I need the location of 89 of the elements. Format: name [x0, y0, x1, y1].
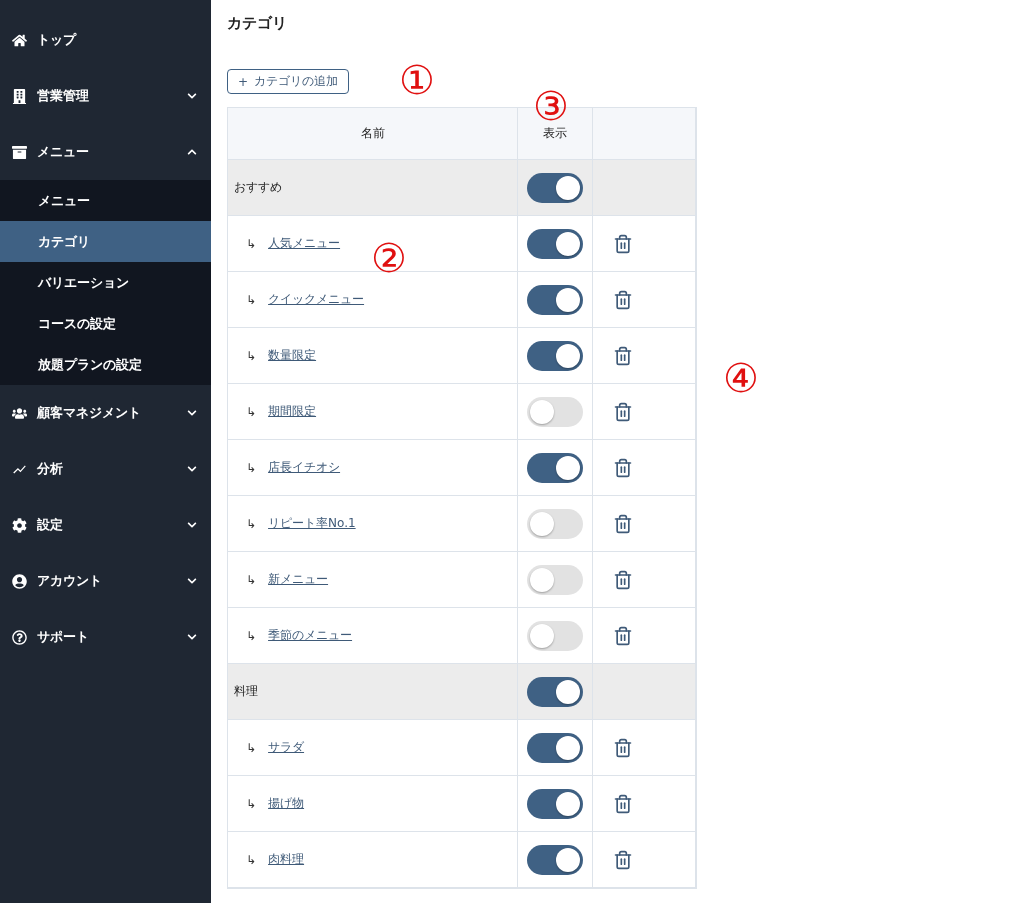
delete-icon[interactable]: [613, 289, 633, 310]
delete-icon[interactable]: [613, 233, 633, 254]
category-link[interactable]: リピート率No.1: [268, 515, 356, 532]
visibility-toggle[interactable]: [527, 228, 583, 259]
submenu-item[interactable]: バリエーション: [0, 262, 211, 303]
chevron-down-icon: [187, 520, 197, 530]
home-icon: [12, 32, 27, 48]
chevron-up-icon: [187, 147, 197, 157]
delete-icon[interactable]: [613, 569, 633, 590]
nav-label: 分析: [37, 460, 64, 478]
visibility-toggle[interactable]: [527, 396, 583, 427]
nav-item[interactable]: 顧客マネジメント: [0, 385, 211, 441]
chevron-down-icon: [187, 632, 197, 642]
nav-item[interactable]: サポート: [0, 609, 211, 665]
nav-item[interactable]: 営業管理: [0, 68, 211, 124]
visibility-toggle[interactable]: [527, 788, 583, 819]
visibility-toggle[interactable]: [527, 620, 583, 651]
chevron-down-icon: [187, 464, 197, 474]
page-title: カテゴリ: [227, 14, 288, 33]
nav-label: 営業管理: [37, 87, 90, 105]
category-link[interactable]: 数量限定: [268, 347, 317, 364]
nav-label: 顧客マネジメント: [37, 404, 142, 422]
nav-item[interactable]: トップ: [0, 12, 211, 68]
delete-icon[interactable]: [613, 457, 633, 478]
nav-item[interactable]: アカウント: [0, 553, 211, 609]
settings-icon: [12, 517, 27, 533]
nav-label: アカウント: [37, 572, 103, 590]
visibility-toggle[interactable]: [527, 340, 583, 371]
nav-label: トップ: [37, 31, 78, 49]
category-link[interactable]: クイックメニュー: [268, 291, 365, 308]
child-marker: ↳: [246, 628, 257, 643]
building-icon: [12, 88, 27, 104]
group-name: 料理: [234, 683, 258, 700]
archive-icon: [12, 144, 27, 160]
child-marker: ↳: [246, 348, 257, 363]
delete-icon[interactable]: [613, 513, 633, 534]
annotation-number: ④: [723, 358, 759, 398]
category-link[interactable]: 季節のメニュー: [268, 627, 353, 644]
chevron-down-icon: [187, 91, 197, 101]
visibility-toggle[interactable]: [527, 172, 583, 203]
category-link[interactable]: 揚げ物: [268, 795, 305, 812]
visibility-toggle[interactable]: [527, 508, 583, 539]
child-marker: ↳: [246, 796, 257, 811]
users-icon: [12, 405, 27, 421]
delete-icon[interactable]: [613, 793, 633, 814]
child-marker: ↳: [246, 516, 257, 531]
delete-icon[interactable]: [613, 849, 633, 870]
child-marker: ↳: [246, 740, 257, 755]
delete-icon[interactable]: [613, 625, 633, 646]
visibility-toggle[interactable]: [527, 452, 583, 483]
child-marker: ↳: [246, 292, 257, 307]
nav-label: メニュー: [37, 143, 90, 161]
nav-item[interactable]: 設定: [0, 497, 211, 553]
nav-item[interactable]: メニュー: [0, 124, 211, 180]
child-marker: ↳: [246, 460, 257, 475]
category-link[interactable]: 店長イチオシ: [268, 459, 341, 476]
submenu-item[interactable]: カテゴリ: [0, 221, 211, 262]
add-category-button[interactable]: + カテゴリの追加: [227, 69, 350, 94]
child-marker: ↳: [246, 236, 257, 251]
category-link[interactable]: サラダ: [268, 739, 305, 756]
annotation-number: ①: [399, 60, 435, 100]
category-link[interactable]: 人気メニュー: [268, 235, 341, 252]
user-icon: [12, 573, 27, 589]
category-link[interactable]: 肉料理: [268, 851, 305, 868]
submenu-item[interactable]: 放題プランの設定: [0, 344, 211, 385]
visibility-toggle[interactable]: [527, 676, 583, 707]
category-link[interactable]: 期間限定: [268, 403, 317, 420]
visibility-toggle[interactable]: [527, 284, 583, 315]
visibility-toggle[interactable]: [527, 564, 583, 595]
delete-icon[interactable]: [613, 345, 633, 366]
visibility-toggle[interactable]: [527, 844, 583, 875]
delete-icon[interactable]: [613, 737, 633, 758]
help-icon: [12, 629, 27, 645]
submenu-item[interactable]: メニュー: [0, 180, 211, 221]
nav-label: サポート: [37, 628, 90, 646]
annotation-number: ②: [371, 238, 407, 278]
visibility-toggle[interactable]: [527, 732, 583, 763]
nav-item[interactable]: 分析: [0, 441, 211, 497]
child-marker: ↳: [246, 852, 257, 867]
submenu-item[interactable]: コースの設定: [0, 303, 211, 344]
chevron-down-icon: [187, 576, 197, 586]
nav-label: 設定: [37, 516, 64, 534]
category-link[interactable]: 新メニュー: [268, 571, 329, 588]
column-header: 名前: [228, 108, 518, 160]
child-marker: ↳: [246, 572, 257, 587]
chevron-down-icon: [187, 408, 197, 418]
delete-icon[interactable]: [613, 401, 633, 422]
group-name: おすすめ: [234, 179, 282, 196]
child-marker: ↳: [246, 404, 257, 419]
